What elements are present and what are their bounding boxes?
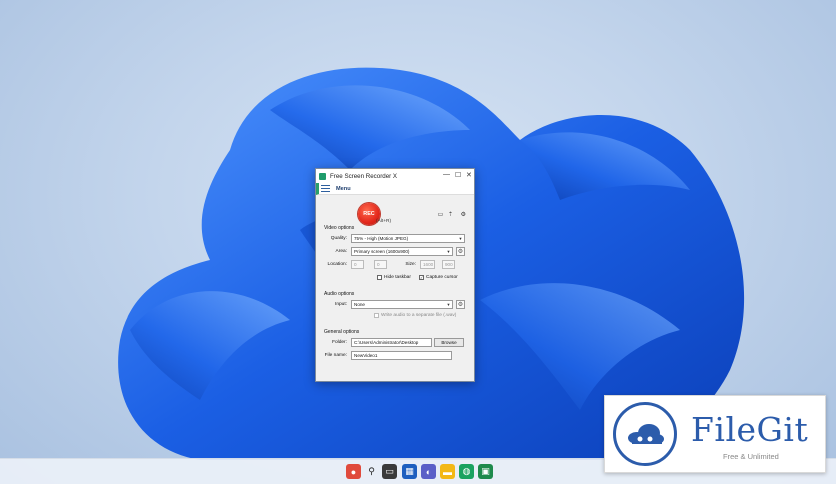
- chat-icon[interactable]: ◐: [421, 464, 436, 479]
- record-hotkey: (Alt+R): [376, 219, 392, 224]
- quality-value: 75% - High (Motion JPEG): [354, 236, 409, 241]
- chevron-down-icon: ▼: [458, 236, 463, 241]
- watermark-tagline: Free & Unlimited: [723, 452, 779, 461]
- monitor-icon[interactable]: ▭: [438, 212, 444, 218]
- minimize-button[interactable]: —: [443, 171, 450, 178]
- quality-label: Quality:: [330, 236, 347, 241]
- audio-settings-gear-icon[interactable]: ⚙: [456, 300, 465, 309]
- filename-field[interactable]: NewVideo1: [351, 351, 452, 360]
- menu-bar[interactable]: Menu: [316, 183, 474, 195]
- task-view-icon[interactable]: ▭: [382, 464, 397, 479]
- app-window: Free Screen Recorder X — ☐ ✕ Menu REC (A…: [315, 168, 475, 382]
- location-y-field[interactable]: 0: [374, 260, 387, 269]
- settings-gear-icon[interactable]: ⚙: [461, 212, 466, 218]
- app-icon: [319, 172, 326, 180]
- filename-label: File name:: [324, 353, 347, 358]
- hide-taskbar-checkbox[interactable]: [377, 275, 382, 280]
- widgets-icon[interactable]: ▦: [402, 464, 417, 479]
- filegit-logo-icon: [613, 402, 677, 466]
- upload-icon[interactable]: ⇡: [448, 212, 453, 218]
- general-options-heading: General options: [324, 329, 360, 335]
- separate-audio-label: Write audio to a separate file (.wav): [381, 313, 457, 318]
- capture-cursor-label: Capture cursor: [426, 275, 458, 280]
- area-value: Primary screen (1600x900): [354, 249, 410, 254]
- record-label: REC: [363, 211, 375, 217]
- file-explorer-icon[interactable]: ▬: [440, 464, 455, 479]
- chevron-down-icon: ▼: [446, 249, 451, 254]
- audio-input-value: None: [354, 302, 365, 307]
- input-label: Input:: [334, 302, 347, 307]
- app-taskbar-icon[interactable]: ●: [346, 464, 361, 479]
- location-label: Location:: [327, 262, 347, 267]
- maximize-button[interactable]: ☐: [455, 171, 461, 179]
- browse-button[interactable]: Browse: [434, 338, 464, 347]
- capture-cursor-checkbox[interactable]: ✓: [419, 275, 424, 280]
- size-height-field[interactable]: 900: [442, 260, 455, 269]
- area-label: Area:: [335, 249, 347, 254]
- size-width-field[interactable]: 1600: [420, 260, 435, 269]
- edge-icon[interactable]: ◍: [459, 464, 474, 479]
- location-x-field[interactable]: 0: [351, 260, 364, 269]
- video-options-heading: Video options: [324, 225, 355, 231]
- area-select[interactable]: Primary screen (1600x900) ▼: [351, 247, 453, 256]
- hide-taskbar-label: Hide taskbar: [384, 275, 411, 280]
- separate-audio-checkbox[interactable]: [374, 313, 379, 318]
- folder-label: Folder:: [332, 340, 347, 345]
- watermark-name: FileGit: [691, 410, 809, 449]
- quality-select[interactable]: 75% - High (Motion JPEG) ▼: [351, 234, 465, 243]
- toolbar-icons: ▭ ⇡ ⚙: [438, 211, 466, 218]
- folder-field[interactable]: C:\Users\Administrator\Desktop: [351, 338, 432, 347]
- audio-options-heading: Audio options: [324, 291, 355, 297]
- chevron-down-icon: ▼: [446, 302, 451, 307]
- window-title: Free Screen Recorder X: [330, 172, 398, 180]
- menu-label[interactable]: Menu: [336, 186, 351, 192]
- store-icon[interactable]: ▣: [478, 464, 493, 479]
- area-settings-gear-icon[interactable]: ⚙: [456, 247, 465, 256]
- title-bar[interactable]: Free Screen Recorder X — ☐ ✕: [316, 169, 474, 183]
- close-button[interactable]: ✕: [466, 171, 472, 179]
- filegit-watermark: FileGit Free & Unlimited: [604, 395, 826, 473]
- search-icon[interactable]: ⚲: [364, 464, 379, 479]
- hamburger-icon[interactable]: [321, 185, 330, 192]
- size-label: Size:: [405, 262, 416, 267]
- audio-input-select[interactable]: None ▼: [351, 300, 453, 309]
